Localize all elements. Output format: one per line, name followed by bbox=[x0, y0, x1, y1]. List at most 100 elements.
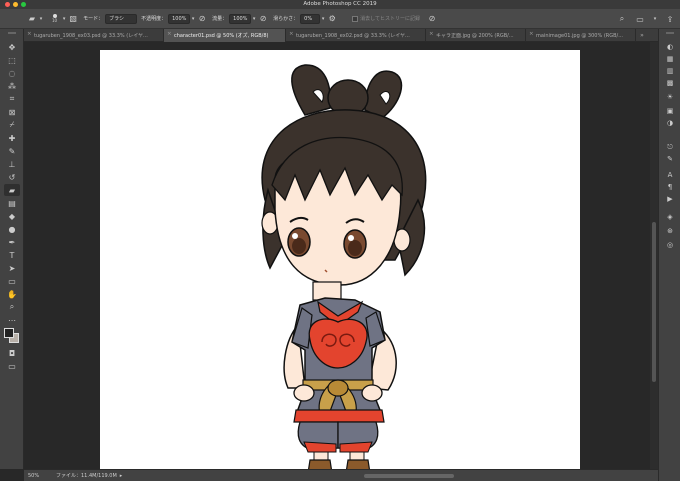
brush-panel-toggle-icon[interactable]: ▧ bbox=[67, 13, 79, 25]
share-icon[interactable]: ⇪ bbox=[664, 13, 676, 25]
libraries-panel-icon[interactable]: ▣ bbox=[664, 105, 676, 117]
tools-panel: ✥ ⬚ ◌ ⁂ ⌗ ⊠ ⌿ ✚ ✎ ⊥ ↺ ▰ ▤ ◆ ● ✒ T ➤ ▭ ✋ … bbox=[0, 29, 24, 469]
actions-panel-icon[interactable]: ▶ bbox=[664, 193, 676, 205]
patterns-panel-icon[interactable]: ▩ bbox=[664, 77, 676, 89]
tab-mainimage01[interactable]: × mainimage01.jpg @ 300% (RGB/... bbox=[526, 29, 636, 42]
tab-label: キャラ正面.jpg @ 200% (RGB/... bbox=[436, 33, 514, 39]
mode-label: モード： bbox=[83, 16, 104, 22]
search-icon[interactable]: ⌕ bbox=[616, 13, 628, 25]
panel-grip-icon[interactable] bbox=[666, 32, 674, 34]
gradients-panel-icon[interactable]: ▥ bbox=[664, 65, 676, 77]
vertical-scroll-thumb[interactable] bbox=[652, 222, 656, 382]
tab-label: tugaruben_1908_ex02.psd @ 33.3% (レイヤ... bbox=[296, 33, 410, 39]
hand-tool-icon[interactable]: ✋ bbox=[4, 288, 20, 300]
channels-panel-icon[interactable]: ⊛ bbox=[664, 225, 676, 237]
canvas[interactable] bbox=[100, 50, 580, 474]
opacity-label: 不透明度： bbox=[141, 16, 167, 22]
panel-dock: ◐ ▦ ▥ ▩ ☀ ▣ ◑ ⎋ ✎ A ¶ ▶ ◈ ⊛ ◎ bbox=[658, 29, 680, 481]
learn-panel-icon[interactable]: ☀ bbox=[664, 91, 676, 103]
flow-label: 流量： bbox=[212, 16, 228, 22]
close-icon[interactable]: × bbox=[529, 31, 534, 37]
more-tabs-icon[interactable]: » bbox=[636, 29, 648, 41]
status-menu-chevron-icon[interactable]: ▸ bbox=[120, 473, 123, 479]
screen-mode-icon[interactable]: ▭ bbox=[4, 360, 20, 372]
close-icon[interactable]: × bbox=[289, 31, 294, 37]
file-info[interactable]: ファイル：11.4M/119.0M bbox=[56, 472, 117, 479]
eraser-preset-icon[interactable]: ▰ bbox=[26, 13, 38, 25]
opacity-value: 100% bbox=[172, 15, 187, 22]
document-tabs: × tugaruben_1908_ex03.psd @ 33.3% (レイヤ..… bbox=[24, 29, 680, 42]
panel-grip-icon[interactable] bbox=[8, 32, 16, 34]
paths-panel-icon[interactable]: ◎ bbox=[664, 239, 676, 251]
smoothing-field[interactable]: 0% bbox=[300, 13, 321, 24]
marquee-tool-icon[interactable]: ⬚ bbox=[4, 54, 20, 66]
tab-tugaruben-ex03[interactable]: × tugaruben_1908_ex03.psd @ 33.3% (レイヤ..… bbox=[24, 29, 164, 42]
swatches-panel-icon[interactable]: ▦ bbox=[664, 53, 676, 65]
chevron-down-icon[interactable]: ▾ bbox=[652, 13, 658, 25]
frame-tool-icon[interactable]: ⊠ bbox=[4, 106, 20, 118]
path-selection-tool-icon[interactable]: ➤ bbox=[4, 262, 20, 274]
window-title: Adobe Photoshop CC 2019 bbox=[303, 1, 377, 7]
close-icon[interactable]: × bbox=[429, 31, 434, 37]
gradient-tool-icon[interactable]: ▤ bbox=[4, 197, 20, 209]
brush-settings-panel-icon[interactable]: ⎋ bbox=[664, 141, 676, 153]
options-bar: ▰ ▾ 10 ▾ ▧ モード： ブラシ 不透明度： 100% ▾ ⊘ 流量： 1… bbox=[0, 9, 680, 29]
lasso-tool-icon[interactable]: ◌ bbox=[4, 67, 20, 79]
history-brush-tool-icon[interactable]: ↺ bbox=[4, 171, 20, 183]
layers-panel-icon[interactable]: ◈ bbox=[664, 211, 676, 223]
eraser-tool-icon[interactable]: ▰ bbox=[4, 184, 20, 196]
blur-tool-icon[interactable]: ◆ bbox=[4, 210, 20, 222]
smoothing-settings-gear-icon[interactable]: ⚙ bbox=[326, 13, 338, 25]
more-tools-icon[interactable]: ⋯ bbox=[4, 314, 20, 326]
brush-tool-icon[interactable]: ✎ bbox=[4, 145, 20, 157]
eyedropper-tool-icon[interactable]: ⌿ bbox=[4, 119, 20, 131]
quick-mask-icon[interactable]: ◘ bbox=[4, 347, 20, 359]
tab-label: tugaruben_1908_ex03.psd @ 33.3% (レイヤ... bbox=[34, 33, 148, 39]
crop-tool-icon[interactable]: ⌗ bbox=[4, 93, 20, 105]
smoothing-value: 0% bbox=[304, 15, 313, 22]
mode-select[interactable]: ブラシ bbox=[105, 13, 138, 24]
flow-value: 100% bbox=[233, 15, 248, 22]
flow-field[interactable]: 100% bbox=[229, 13, 252, 24]
healing-brush-tool-icon[interactable]: ✚ bbox=[4, 132, 20, 144]
adjustments-panel-icon[interactable]: ◑ bbox=[664, 117, 676, 129]
foreground-color-swatch[interactable] bbox=[4, 328, 14, 338]
airbrush-icon[interactable]: ⊘ bbox=[257, 13, 269, 25]
zoom-level[interactable]: 50% bbox=[28, 473, 50, 479]
erase-to-history-checkbox[interactable] bbox=[352, 15, 359, 22]
tab-character01[interactable]: × character01.psd @ 50% (オズ, RGB/8) bbox=[164, 29, 286, 42]
vertical-scrollbar[interactable] bbox=[650, 42, 658, 469]
magic-wand-tool-icon[interactable]: ⁂ bbox=[4, 80, 20, 92]
shape-tool-icon[interactable]: ▭ bbox=[4, 275, 20, 287]
tab-tugaruben-ex02[interactable]: × tugaruben_1908_ex02.psd @ 33.3% (レイヤ..… bbox=[286, 29, 426, 42]
document-workspace bbox=[25, 42, 658, 474]
character-panel-icon[interactable]: A bbox=[664, 169, 676, 181]
close-icon[interactable]: × bbox=[167, 31, 172, 37]
status-bar: 50% ファイル：11.4M/119.0M ▸ bbox=[24, 469, 658, 481]
tab-kyara-shomen[interactable]: × キャラ正面.jpg @ 200% (RGB/... bbox=[426, 29, 526, 42]
type-tool-icon[interactable]: T bbox=[4, 249, 20, 261]
dodge-tool-icon[interactable]: ● bbox=[4, 223, 20, 235]
brush-size-picker[interactable]: 10 bbox=[52, 9, 57, 29]
close-icon[interactable]: × bbox=[27, 31, 32, 37]
horizontal-scroll-thumb[interactable] bbox=[364, 474, 454, 478]
opacity-field[interactable]: 100% bbox=[168, 13, 191, 24]
workspace-icon[interactable]: ▭ bbox=[634, 13, 646, 25]
pen-tool-icon[interactable]: ✒ bbox=[4, 236, 20, 248]
pressure-opacity-icon[interactable]: ⊘ bbox=[196, 13, 208, 25]
erase-to-history-label: 消去してヒストリーに記録 bbox=[360, 16, 421, 22]
color-panel-icon[interactable]: ◐ bbox=[664, 41, 676, 53]
smoothing-label: 滑らかさ： bbox=[273, 16, 299, 22]
character-illustration bbox=[261, 64, 427, 474]
brushes-panel-icon[interactable]: ✎ bbox=[664, 153, 676, 165]
pressure-size-icon[interactable]: ⊘ bbox=[426, 13, 438, 25]
tab-label: character01.psd @ 50% (オズ, RGB/8) bbox=[174, 33, 269, 39]
tab-label: mainimage01.jpg @ 300% (RGB/... bbox=[536, 32, 623, 39]
mode-value: ブラシ bbox=[109, 16, 125, 22]
paragraph-panel-icon[interactable]: ¶ bbox=[664, 181, 676, 193]
zoom-tool-icon[interactable]: ⌕ bbox=[4, 301, 20, 313]
brush-size-value: 10 bbox=[52, 18, 58, 23]
move-tool-icon[interactable]: ✥ bbox=[4, 41, 20, 53]
chevron-down-icon[interactable]: ▾ bbox=[38, 13, 44, 25]
stamp-tool-icon[interactable]: ⊥ bbox=[4, 158, 20, 170]
